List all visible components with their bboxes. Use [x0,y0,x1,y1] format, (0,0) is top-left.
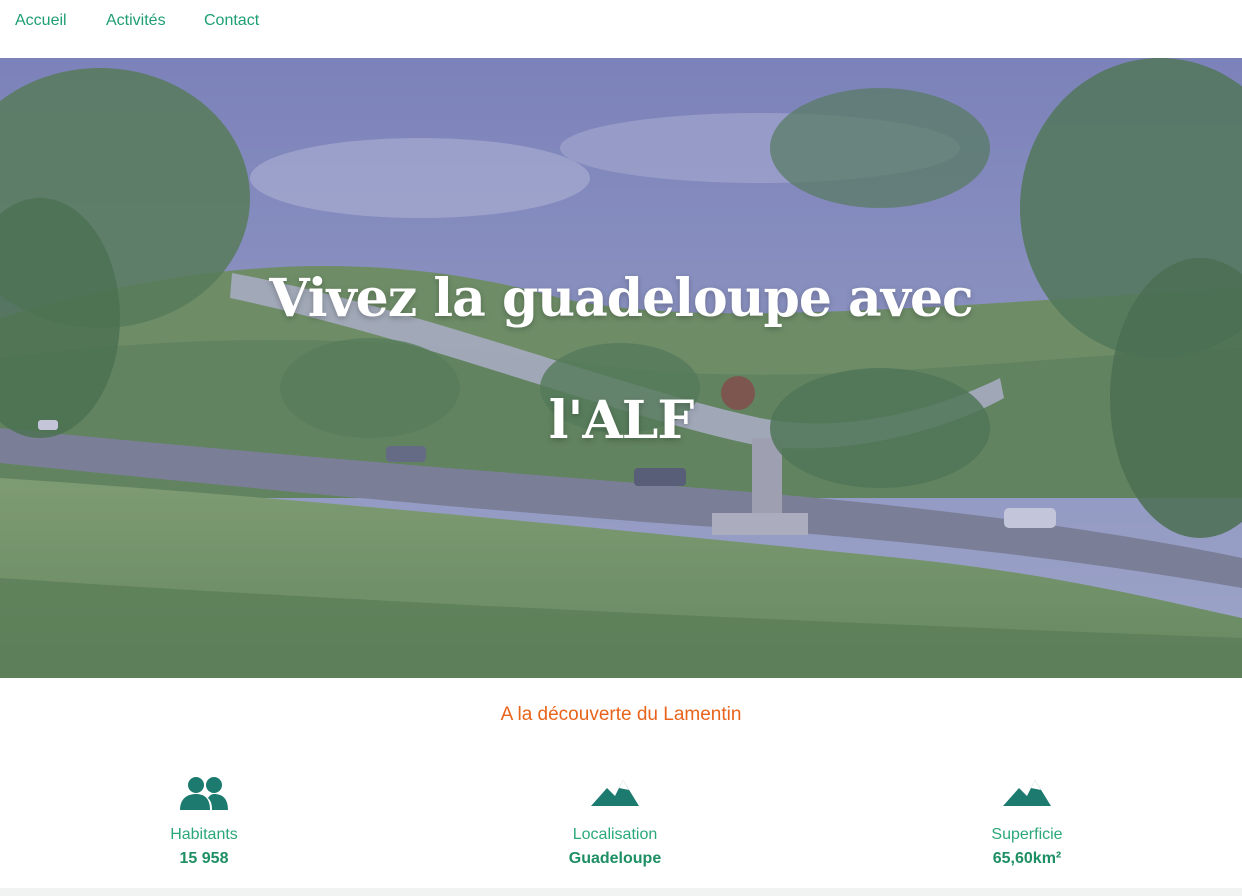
stat-label: Localisation [572,826,658,843]
stat-value: Guadeloupe [568,850,662,867]
hero-background-image [0,58,1242,678]
stat-label: Habitants [170,826,238,843]
stat-localisation: Localisation Guadeloupe [505,776,725,868]
stat-superficie: Superficie 65,60km² [917,776,1137,868]
top-navbar: Accueil Activités Contact [0,0,1242,59]
hero-banner: Vivez la guadeloupe avec l'ALF [0,58,1242,678]
hero-title-line-2: l'ALF [548,390,695,451]
nav-link-contact[interactable]: Contact [204,12,259,30]
footer-strip [0,888,1242,896]
mountain-icon [1003,780,1051,806]
section-heading: A la découverte du Lamentin [500,704,742,725]
mountain-icon [591,780,639,806]
nav-link-accueil[interactable]: Accueil [15,12,67,30]
stat-habitants: Habitants 15 958 [94,776,314,868]
hero-title-line-1: Vivez la guadeloupe avec [269,268,973,329]
stat-value: 65,60km² [992,850,1062,867]
users-icon [180,777,228,810]
stat-label: Superficie [991,826,1063,843]
stat-value: 15 958 [179,850,229,867]
nav-link-activites[interactable]: Activités [106,12,166,30]
